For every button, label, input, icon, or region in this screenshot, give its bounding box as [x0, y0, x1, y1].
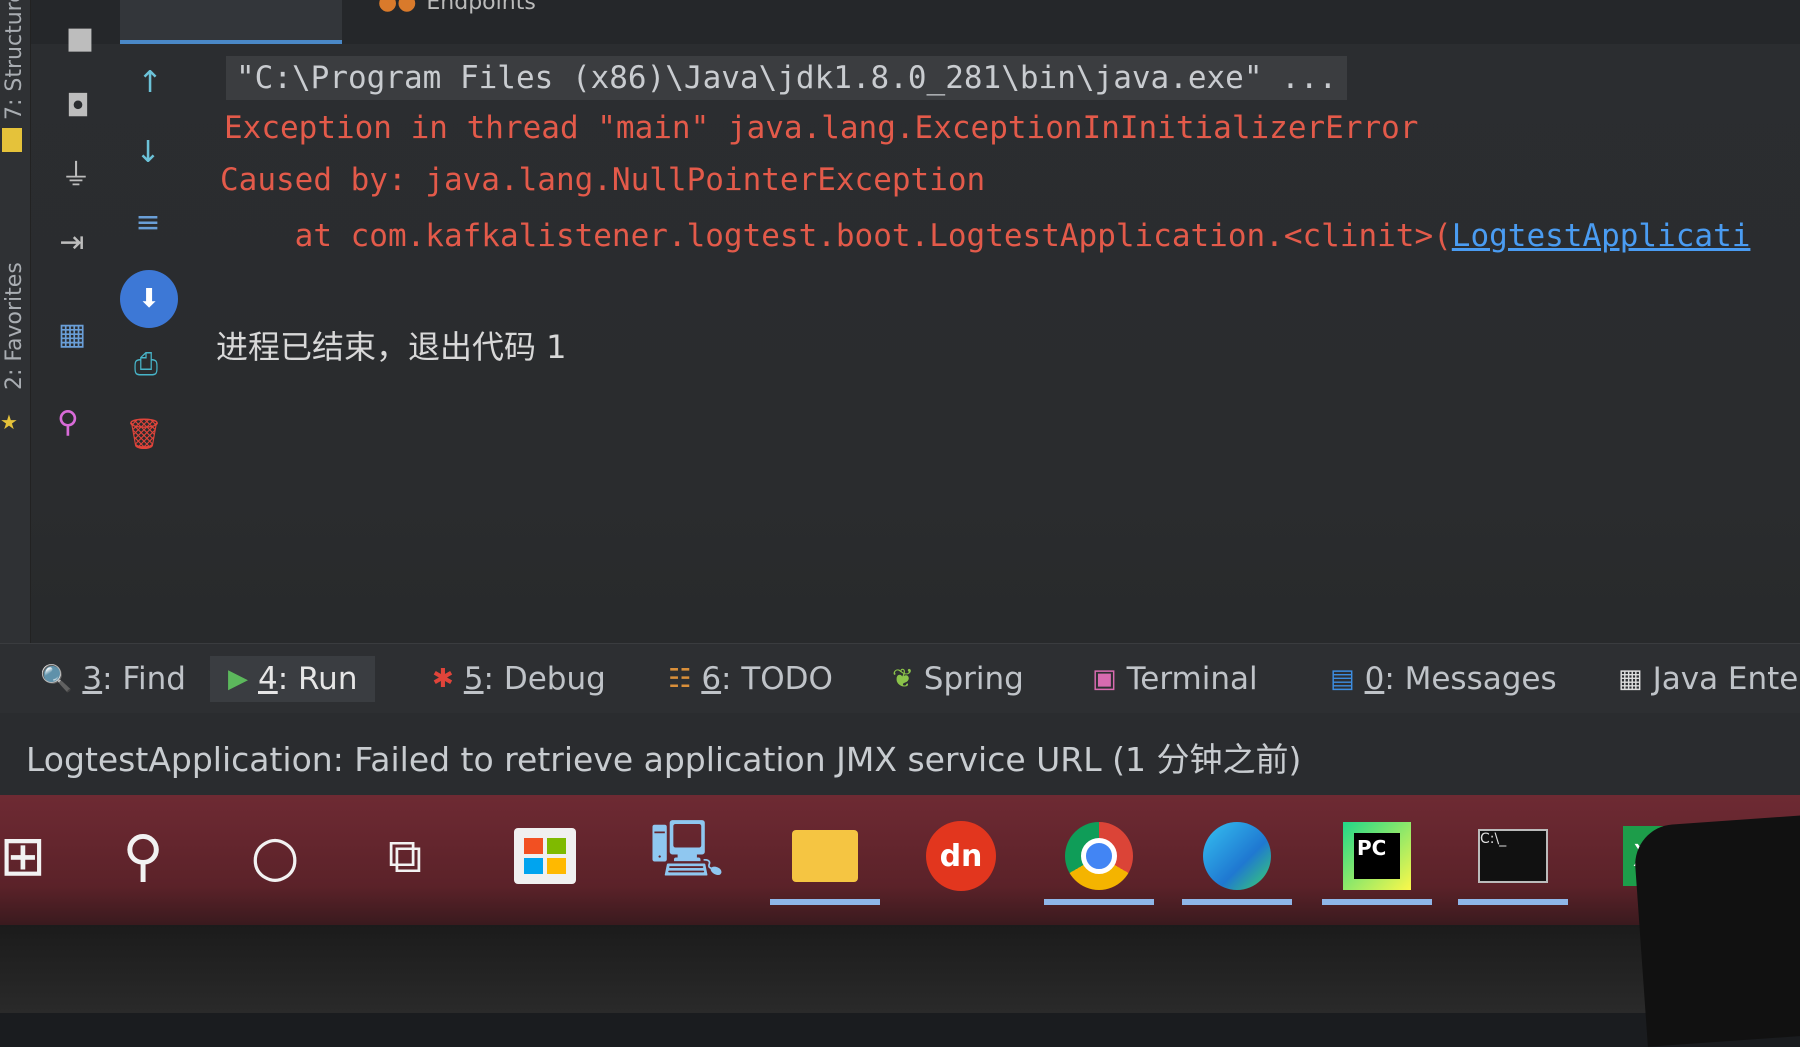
structure-tool-label[interactable]: 7: Structure	[2, 0, 27, 120]
favorites-tool-label[interactable]: 2: Favorites	[2, 262, 27, 390]
tab-find[interactable]: 🔍 3: Find	[40, 656, 186, 702]
tab-debug[interactable]: ✱ 5: Debug	[432, 656, 606, 702]
soft-wrap-icon[interactable]: ≡	[126, 200, 170, 244]
tab-spring[interactable]: ❦ Spring	[892, 656, 1024, 702]
arrow-up-icon[interactable]: ↑	[128, 60, 172, 104]
terminal-icon: ▣	[1092, 664, 1117, 694]
layout-icon[interactable]: ▦	[50, 312, 94, 356]
tab-messages-label: 0: Messages	[1364, 661, 1557, 697]
run-toolbar-left: ■ ◘ ⏚ ⇥ ▦ ⚲	[40, 0, 100, 640]
print-icon[interactable]: ⎙	[124, 342, 168, 386]
arrow-down-icon[interactable]: ↓	[126, 130, 170, 174]
monitor-bezel-corner	[1632, 813, 1800, 1047]
tab-terminal-label: Terminal	[1126, 661, 1258, 697]
pycharm-icon[interactable]: PC	[1322, 813, 1432, 905]
pin-icon[interactable]: ⚲	[46, 400, 90, 444]
run-icon: ▶	[228, 664, 248, 694]
edge-icon[interactable]	[1182, 813, 1292, 905]
run-toolbar-right: ↑ ↓ ≡ ⬇ ⎙ 🗑	[110, 0, 190, 640]
file-explorer-icon[interactable]	[770, 813, 880, 905]
tab-run[interactable]: ▶ 4: Run	[210, 656, 376, 702]
java-enterprise-icon: ▦	[1618, 664, 1643, 694]
todo-icon: ☷	[668, 664, 692, 694]
spring-icon: ❦	[892, 664, 914, 694]
scroll-to-end-icon[interactable]: ⬇	[120, 270, 178, 328]
trash-icon[interactable]: 🗑	[122, 412, 166, 456]
cortana-icon[interactable]: ○	[232, 813, 318, 899]
status-bar: LogtestApplication: Failed to retrieve a…	[0, 713, 1800, 795]
task-view-icon[interactable]: ⧉	[362, 813, 448, 899]
plug-icon[interactable]: ⏚	[54, 150, 98, 194]
tool-window-tabs: 🔍 3: Find ▶ 4: Run ✱ 5: Debug ☷ 6: TODO ❦ Spr…	[0, 643, 1800, 714]
tab-todo-label: 6: TODO	[701, 661, 833, 697]
camera-icon[interactable]: ◘	[56, 84, 100, 128]
stack-trace-line: at com.kafkalistener.logtest.boot.Logtes…	[220, 218, 1751, 254]
tab-todo[interactable]: ☷ 6: TODO	[668, 656, 833, 702]
exit-icon[interactable]: ⇥	[50, 220, 94, 264]
tab-endpoints-label: Endpoints	[426, 0, 536, 15]
cmd-icon[interactable]: C:\_	[1458, 813, 1568, 905]
error-line-exception: Exception in thread "main" java.lang.Exc…	[224, 110, 1419, 146]
endpoints-icon: ●●	[378, 0, 417, 15]
tab-endpoints[interactable]: ●● Endpoints	[378, 0, 536, 15]
chrome-icon[interactable]	[1044, 813, 1154, 905]
desk-surface	[0, 925, 1800, 1013]
search-icon[interactable]: ⚲	[100, 813, 186, 899]
tab-messages[interactable]: ▤ 0: Messages	[1330, 656, 1557, 702]
stack-trace-link[interactable]: LogtestApplicati	[1452, 218, 1751, 254]
tab-java-enterprise-label: Java Ente	[1652, 661, 1799, 697]
messages-icon: ▤	[1330, 664, 1355, 694]
tab-java-enterprise[interactable]: ▦ Java Ente	[1618, 656, 1798, 702]
command-line: "C:\Program Files (x86)\Java\jdk1.8.0_28…	[226, 56, 1348, 100]
tab-terminal[interactable]: ▣ Terminal	[1092, 656, 1258, 702]
store-icon[interactable]	[502, 813, 588, 899]
exit-message: 进程已结束，退出代码 1	[216, 328, 567, 366]
find-icon: 🔍	[40, 664, 73, 694]
stack-trace-text: at com.kafkalistener.logtest.boot.Logtes…	[220, 218, 1452, 254]
windows-start-icon[interactable]: ⊞	[0, 813, 66, 899]
structure-marker-icon	[2, 128, 22, 152]
status-message[interactable]: LogtestApplication: Failed to retrieve a…	[26, 733, 1301, 781]
windows-taskbar: ⊞ ⚲ ○ ⧉ 🖳 dn PC C:\_ X	[0, 795, 1800, 925]
editor-tab-strip: ●● Endpoints	[0, 0, 1800, 44]
console-output: "C:\Program Files (x86)\Java\jdk1.8.0_28…	[210, 52, 1800, 642]
tab-find-label: 3: Find	[82, 661, 186, 697]
this-pc-icon[interactable]: 🖳	[644, 813, 730, 899]
tab-run-label: 4: Run	[258, 661, 358, 697]
tab-spring-label: Spring	[923, 661, 1024, 697]
stop-icon[interactable]: ■	[58, 16, 102, 60]
star-icon: ★	[0, 410, 18, 434]
music-app-icon[interactable]: dn	[918, 813, 1004, 899]
debug-icon: ✱	[432, 664, 454, 694]
tab-debug-label: 5: Debug	[463, 661, 606, 697]
ide-window: ●● Endpoints 7: Structure 2: Favorites ★ …	[0, 0, 1800, 800]
error-line-caused-by: Caused by: java.lang.NullPointerExceptio…	[220, 162, 986, 198]
